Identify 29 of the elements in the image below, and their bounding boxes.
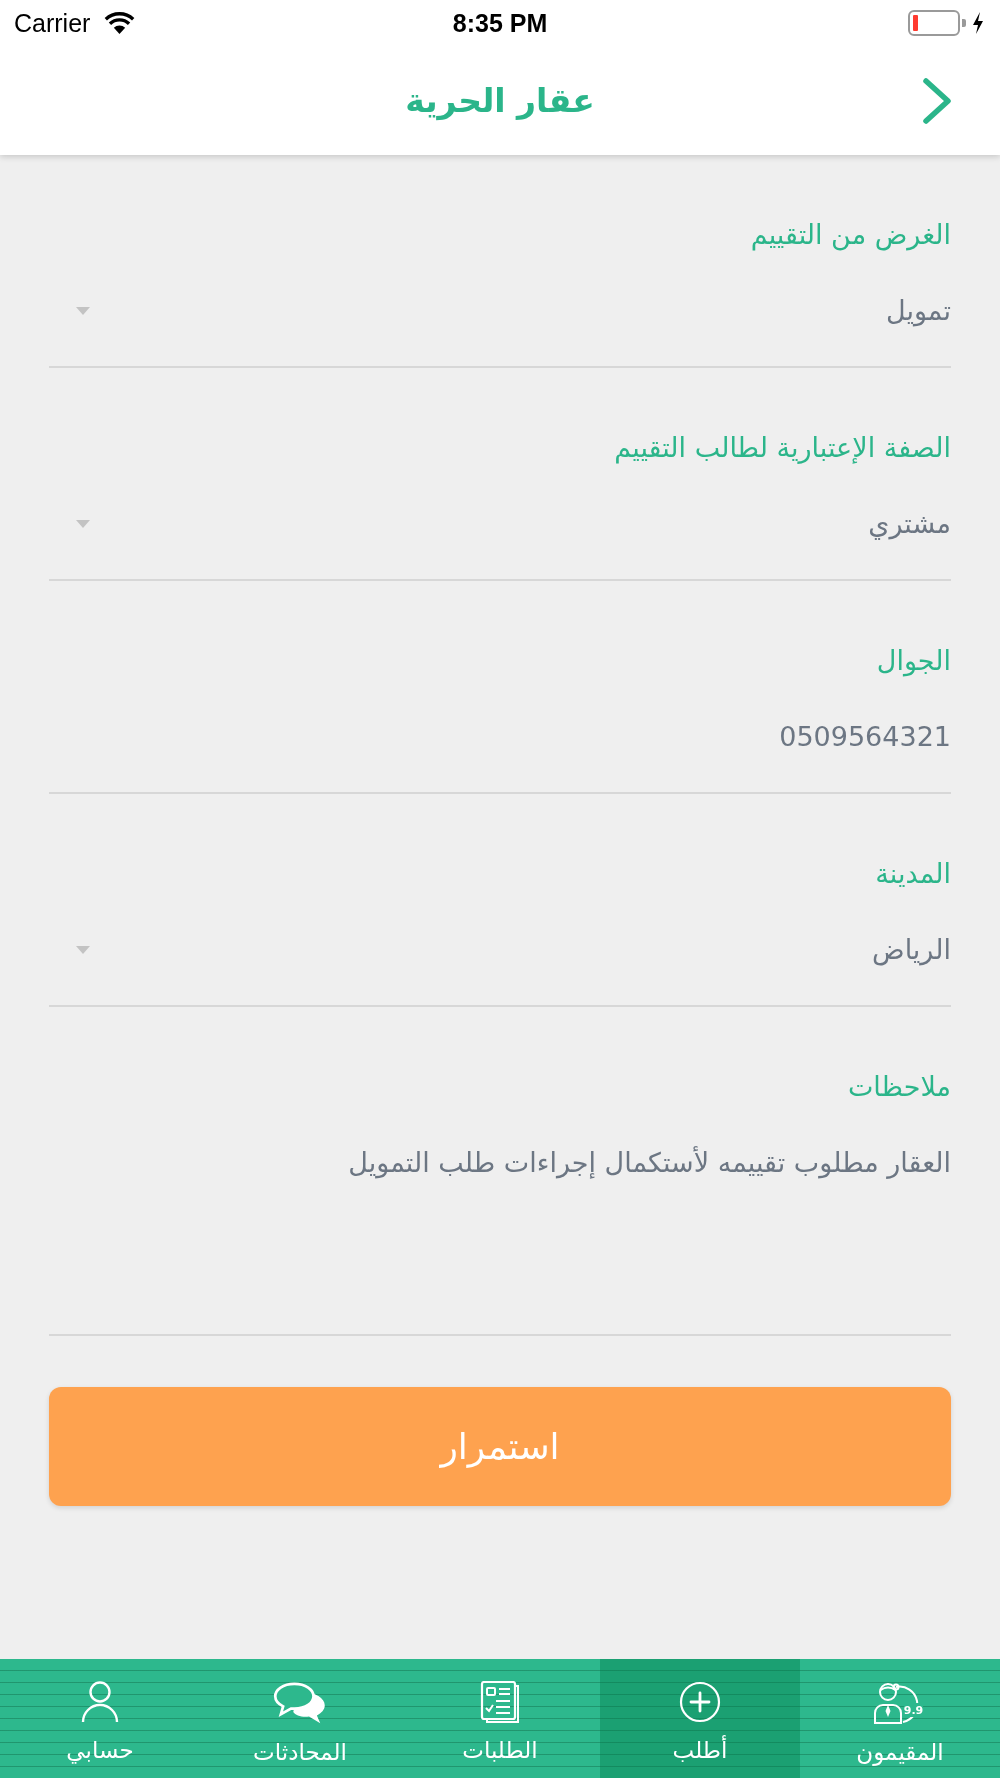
- caret-down-icon: [76, 520, 90, 528]
- clock-label: 8:35 PM: [452, 8, 548, 38]
- person-icon: [79, 1681, 121, 1723]
- battery-icon: [908, 10, 966, 36]
- chevron-right-icon: [922, 76, 952, 125]
- charging-icon: [972, 12, 984, 34]
- tab-bar-item[interactable]: حسابي: [0, 1659, 200, 1778]
- field-label: الغرض من التقييم: [750, 218, 951, 253]
- wifi-icon: [104, 12, 136, 34]
- document-list-icon: [479, 1681, 521, 1723]
- dropdown-field[interactable]: مشتري: [49, 502, 951, 581]
- caret-down-icon: [76, 307, 90, 315]
- page-title: عقار الحرية: [405, 81, 595, 120]
- caret-down-icon: [76, 946, 90, 954]
- field-label: الجوال: [876, 644, 951, 679]
- dropdown-field[interactable]: الرياض: [49, 928, 951, 1007]
- chat-bubbles-icon: [273, 1681, 327, 1725]
- plus-circle-icon: [679, 1681, 721, 1723]
- field-label: ملاحظات: [847, 1070, 951, 1104]
- field-label: الصفة الإعتبارية لطالب التقييم: [614, 431, 951, 466]
- carrier-label: Carrier: [14, 8, 91, 38]
- tab-bar-item[interactable]: الطلبات: [400, 1659, 600, 1778]
- dropdown-field[interactable]: تمويل: [49, 289, 951, 368]
- tab-bar-item[interactable]: أطلب: [600, 1659, 800, 1778]
- tab-bar-item[interactable]: المحادثات: [200, 1659, 400, 1778]
- field-label: المدينة: [875, 857, 951, 891]
- continue-button[interactable]: استمرار: [49, 1387, 951, 1506]
- text-area-field[interactable]: العقار مطلوب تقييمه لأستكمال إجراءات طلب التمويل: [49, 1141, 951, 1336]
- input-field[interactable]: 0509564321: [49, 715, 951, 794]
